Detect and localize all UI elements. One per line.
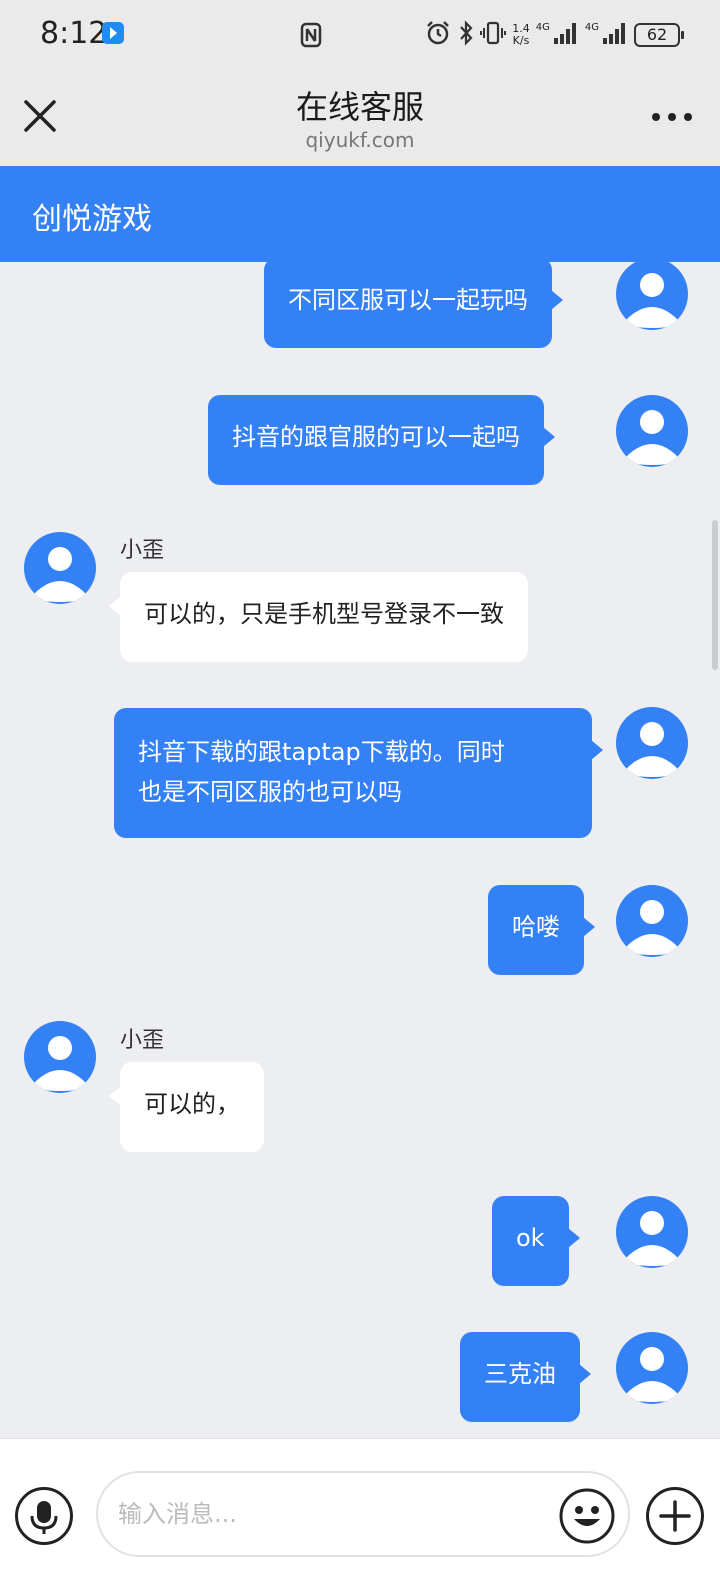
agent-name: 小歪	[120, 538, 165, 563]
page-title: 在线客服	[295, 88, 424, 126]
message-text: 也是不同区服的也可以吗	[138, 778, 402, 806]
more-dots-icon	[668, 113, 676, 121]
user-avatar-icon	[34, 1036, 86, 1091]
nfc-icon	[300, 22, 322, 52]
agent-avatar[interactable]	[24, 1021, 96, 1093]
vibrate-icon	[480, 20, 507, 50]
user-avatar[interactable]	[616, 1332, 688, 1404]
agent-avatar[interactable]	[24, 532, 96, 604]
message-bubble-outgoing[interactable]: 三克油	[460, 1332, 591, 1422]
user-avatar[interactable]	[616, 262, 688, 330]
more-actions-button[interactable]	[646, 1487, 704, 1545]
message-input-wrapper[interactable]	[96, 1471, 630, 1557]
user-avatar[interactable]	[616, 707, 688, 779]
net-type-2: 4G	[584, 22, 599, 33]
agent-name: 小歪	[120, 1028, 165, 1053]
signal-icon-2	[602, 21, 628, 49]
bluetooth-icon	[458, 20, 474, 50]
service-banner: 创悦游戏	[0, 166, 720, 262]
status-bar: 8:12 1.4 K/s 4G 4G 62	[0, 0, 720, 70]
message-input-bar	[0, 1438, 720, 1588]
net-speed: 1.4 K/s	[512, 23, 530, 47]
user-avatar[interactable]	[616, 885, 688, 957]
status-icons: 1.4 K/s 4G 4G 62	[424, 18, 684, 52]
message-text: 哈喽	[512, 913, 560, 941]
message-bubble-incoming[interactable]: 可以的，只是手机型号登录不一致	[109, 572, 528, 662]
message-text: 三克油	[484, 1360, 556, 1388]
battery-indicator: 62	[634, 23, 684, 47]
user-avatar-icon	[626, 900, 678, 955]
voice-input-button[interactable]	[15, 1487, 73, 1545]
user-avatar-icon	[626, 410, 678, 465]
message-text: 抖音下载的跟taptap下载的。同时	[138, 738, 505, 766]
nav-header: 在线客服 qiyukf.com	[0, 70, 720, 166]
chat-scrollbar[interactable]	[712, 520, 718, 670]
message-text: 可以的，	[144, 1090, 240, 1118]
message-bubble-outgoing[interactable]: ok	[492, 1196, 580, 1286]
more-dots-icon	[652, 113, 660, 121]
message-bubble-outgoing[interactable]: 不同区服可以一起玩吗	[264, 262, 563, 348]
net-type-1: 4G	[535, 22, 550, 33]
chat-area[interactable]: 不同区服可以一起玩吗 抖音的跟官服的可以一起吗 小歪 可以的，只是手机型号登录不…	[0, 262, 720, 1438]
user-avatar-icon	[626, 1347, 678, 1402]
status-time: 8:12	[40, 16, 108, 51]
signal-icon-1	[553, 21, 579, 49]
user-avatar[interactable]	[616, 1196, 688, 1268]
message-text: 可以的，只是手机型号登录不一致	[144, 600, 504, 628]
more-dots-icon	[684, 113, 692, 121]
alarm-icon	[424, 19, 452, 51]
user-avatar-icon	[626, 273, 678, 328]
user-avatar-icon	[626, 722, 678, 777]
user-avatar-icon	[34, 547, 86, 602]
message-bubble-incoming[interactable]: 可以的，	[109, 1062, 264, 1152]
emoji-button[interactable]	[558, 1487, 616, 1545]
message-text: 不同区服可以一起玩吗	[288, 286, 528, 314]
service-name: 创悦游戏	[32, 202, 152, 237]
user-avatar[interactable]	[616, 395, 688, 467]
emoji-icon	[559, 1488, 615, 1544]
app-notification-icon	[102, 22, 124, 44]
message-bubble-outgoing[interactable]: 抖音的跟官服的可以一起吗	[208, 395, 555, 485]
message-input[interactable]	[118, 1491, 538, 1537]
message-bubble-outgoing[interactable]: 抖音下载的跟taptap下载的。同时 也是不同区服的也可以吗	[114, 708, 603, 838]
message-bubble-outgoing[interactable]: 哈喽	[488, 885, 595, 975]
user-avatar-icon	[626, 1211, 678, 1266]
net-speed-unit: K/s	[512, 34, 530, 47]
message-text: ok	[516, 1224, 545, 1252]
plus-icon	[659, 1500, 691, 1532]
message-text: 抖音的跟官服的可以一起吗	[232, 423, 520, 451]
page-subtitle: qiyukf.com	[305, 128, 415, 152]
more-options-button[interactable]	[652, 110, 692, 124]
microphone-icon	[30, 1501, 58, 1534]
